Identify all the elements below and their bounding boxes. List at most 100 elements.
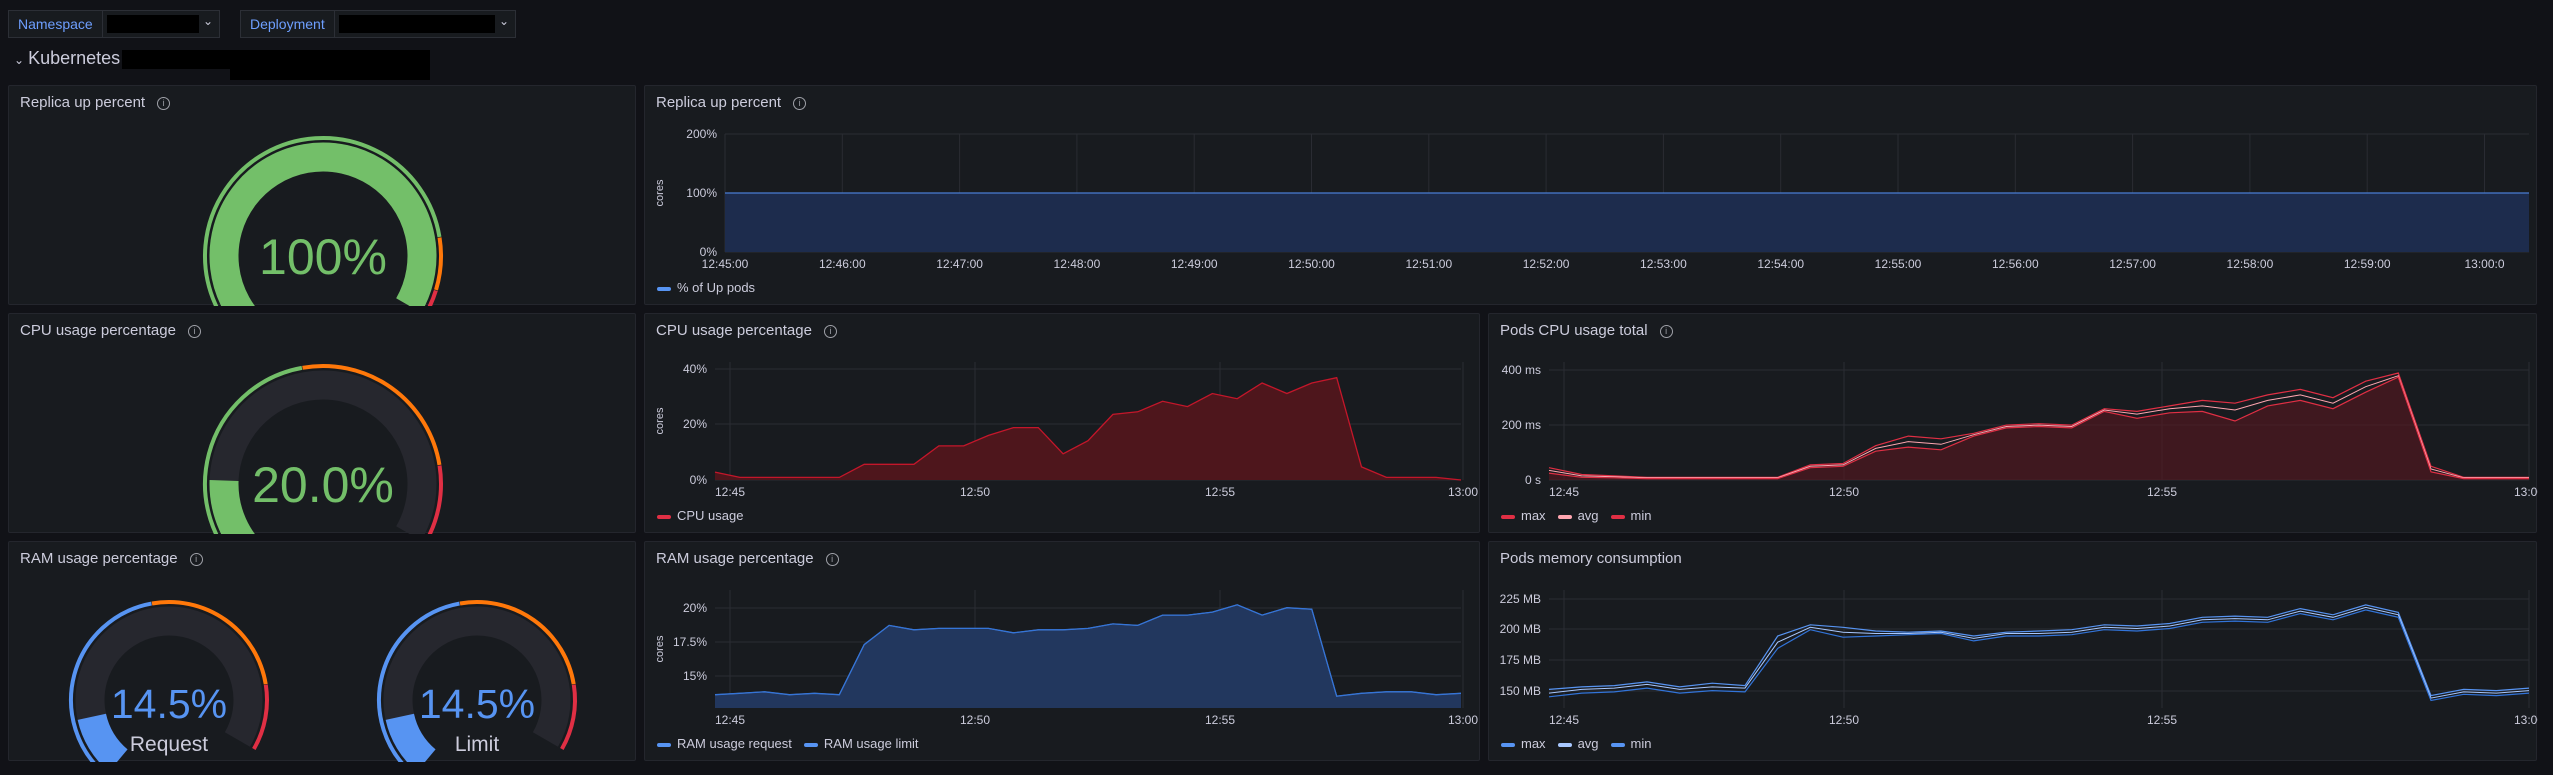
x-tick-label: 12:50:00 [1288, 257, 1335, 271]
x-tick-label: 12:46:00 [819, 257, 866, 271]
x-tick-label: 12:58:00 [2227, 257, 2274, 271]
redacted-value [107, 15, 199, 33]
legend-swatch [1557, 514, 1572, 519]
x-tick-label: 12:47:00 [936, 257, 983, 271]
legend-item[interactable]: % of Up pods [657, 280, 755, 295]
gauge-pair: 14.5% Request 14.5% Limit [69, 600, 577, 762]
y-tick-label: 200 ms [1502, 418, 1541, 432]
x-tick-label: 13:00 [1448, 713, 1478, 727]
y-tick-label: 150 MB [1500, 684, 1541, 698]
namespace-label: Namespace [8, 10, 103, 38]
gauge-value: 14.5% [419, 681, 535, 727]
legend-swatch [1557, 742, 1572, 747]
legend-label: max [1521, 736, 1546, 751]
y-axis-label: cores [654, 407, 666, 434]
x-tick-label: 12:55 [2147, 485, 2177, 499]
legend-label: CPU usage [677, 508, 744, 523]
legend-swatch [657, 742, 671, 747]
deployment-select[interactable]: ⌄ [334, 10, 516, 38]
y-tick-label: 200 MB [1500, 622, 1541, 636]
series-area [715, 377, 1461, 480]
x-tick-label: 12:55 [2147, 713, 2177, 727]
legend-item[interactable]: RAM usage request [657, 736, 792, 751]
gauge-value: 20.0% [252, 457, 394, 513]
x-tick-label: 12:57:00 [2109, 257, 2156, 271]
namespace-select[interactable]: ⌄ [102, 10, 220, 38]
panel-replica-timeseries[interactable]: Replica up percent i 200% 100% 0% 12:45:00 12… [644, 85, 2537, 305]
legend-item[interactable]: avg [1557, 736, 1599, 751]
y-tick-label: 100% [686, 186, 717, 200]
y-axis-label: cores [654, 179, 666, 206]
gauge-label: Request [130, 733, 208, 756]
x-tick-label: 12:53:00 [1640, 257, 1687, 271]
chevron-down-icon: ⌄ [14, 53, 25, 67]
y-tick-label: 20% [683, 601, 707, 615]
x-tick-label: 12:54:00 [1757, 257, 1804, 271]
timeseries-chart: 20% 17.5% 15% 12:45 12:50 12:55 13:00 cores [654, 590, 1478, 727]
legend: % of Up pods [657, 280, 767, 295]
timeseries-chart: 400 ms 200 ms 0 s 12:45 12:50 12:55 13:00 [1502, 362, 2538, 499]
legend-item[interactable]: CPU usage [657, 508, 743, 523]
y-tick-label: 400 ms [1502, 363, 1541, 377]
legend-swatch [803, 742, 818, 747]
x-tick-label: 12:48:00 [1054, 257, 1101, 271]
timeseries-chart: 225 MB 200 MB 175 MB 150 MB 12:45 12:50 12:55 1… [1500, 590, 2538, 727]
legend-label: RAM usage limit [823, 736, 919, 751]
series-area [1549, 377, 2529, 480]
y-tick-label: 0% [690, 473, 708, 487]
panel-cpu-timeseries[interactable]: CPU usage percentage i 40% 20% 0% 12:45 12:50… [644, 313, 1480, 533]
x-tick-label: 12:50 [1829, 485, 1859, 499]
gauge: 20.0% [203, 364, 443, 534]
series-line [1548, 609, 2530, 702]
x-tick-label: 12:56:00 [1992, 257, 2039, 271]
panel-pods-memory[interactable]: Pods memory consumption 225 MB 200 MB 175 … [1488, 541, 2538, 761]
y-tick-label: 225 MB [1500, 592, 1541, 606]
x-tick-label: 12:51:00 [1405, 257, 1452, 271]
panel-ram-gauge[interactable]: RAM usage percentage i 14.5% Request 14.5% L… [8, 541, 636, 762]
x-tick-label: 12:45 [715, 485, 745, 499]
gauge-value: 100% [259, 229, 387, 285]
legend-label: RAM usage request [677, 736, 792, 751]
x-tick-label: 12:59:00 [2344, 257, 2391, 271]
legend-label: avg [1577, 736, 1599, 751]
x-tick-label: 13:00 [1448, 485, 1478, 499]
gauge-value: 14.5% [111, 681, 227, 727]
legend-swatch [1610, 514, 1625, 519]
legend-item[interactable]: min [1610, 508, 1651, 523]
legend-label: max [1521, 508, 1546, 523]
x-tick-label: 13:00:0 [2464, 257, 2504, 271]
y-tick-label: 17.5% [673, 635, 707, 649]
row-title: Kubernetes [28, 48, 121, 68]
legend-swatch [657, 286, 671, 291]
redacted-block [122, 50, 230, 69]
legend-item[interactable]: RAM usage limit [803, 736, 919, 751]
legend-item[interactable]: min [1610, 736, 1651, 751]
y-tick-label: 40% [683, 362, 707, 376]
y-tick-label: 200% [686, 127, 717, 141]
panel-pods-cpu[interactable]: Pods CPU usage total i 400 ms 200 ms 0 s 12:… [1488, 313, 2538, 533]
redacted-block [230, 50, 430, 80]
gauge-label: Limit [455, 733, 500, 756]
legend-item[interactable]: max [1501, 736, 1546, 751]
x-tick-label: 12:55 [1205, 713, 1235, 727]
chevron-down-icon: ⌄ [498, 14, 509, 28]
y-tick-label: 20% [683, 417, 707, 431]
x-tick-label: 12:50 [960, 485, 990, 499]
legend-swatch [657, 514, 671, 519]
x-tick-label: 12:50 [960, 713, 990, 727]
panel-replica-gauge[interactable]: Replica up percent i 100% [8, 85, 636, 306]
y-tick-label: 15% [683, 669, 707, 683]
legend: max avg min [1501, 508, 1663, 523]
legend: max avg min [1501, 736, 1663, 751]
threshold-arc [434, 237, 443, 291]
x-tick-label: 12:45:00 [702, 257, 749, 271]
x-tick-label: 12:55:00 [1875, 257, 1922, 271]
panel-ram-timeseries[interactable]: RAM usage percentage i 20% 17.5% 15% 12:45 12… [644, 541, 1480, 761]
y-axis-label: cores [654, 635, 666, 662]
legend-item[interactable]: max [1501, 508, 1546, 523]
legend-item[interactable]: avg [1557, 508, 1599, 523]
y-tick-label: 175 MB [1500, 653, 1541, 667]
x-tick-label: 12:45 [715, 713, 745, 727]
row-header[interactable]: ⌄ Kubernetes [14, 48, 120, 69]
panel-cpu-gauge[interactable]: CPU usage percentage i 20.0% [8, 313, 636, 534]
